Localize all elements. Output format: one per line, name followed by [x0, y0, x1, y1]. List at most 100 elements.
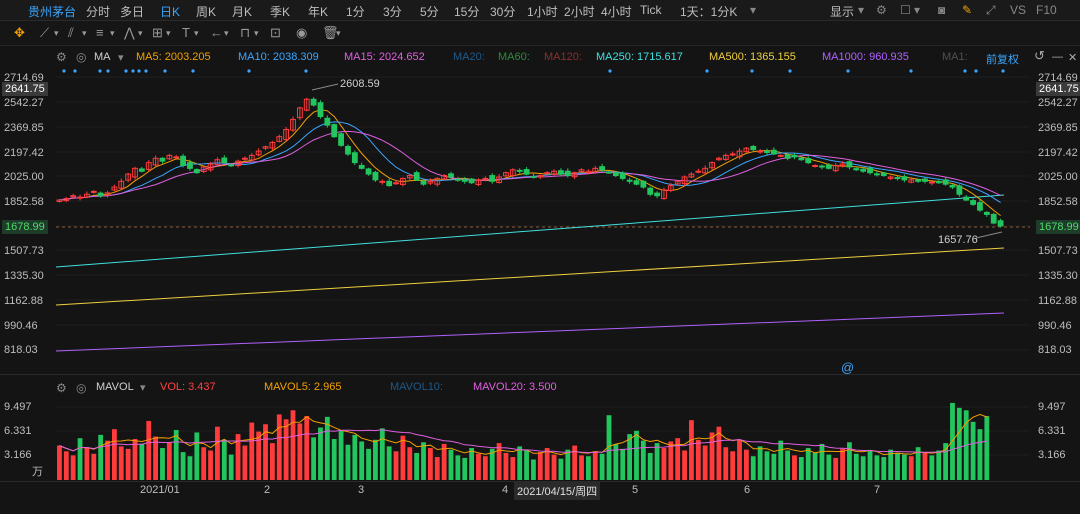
volume-bar: [970, 421, 976, 480]
vol-tick-right-0: 9.497: [1038, 401, 1066, 413]
candle-body: [970, 200, 976, 205]
volume-bar: [462, 457, 468, 480]
cursor-date: 2021/04/15/周四: [514, 482, 601, 500]
volume-bar: [393, 451, 399, 480]
candle-body: [345, 145, 351, 155]
volume-bar: [895, 452, 900, 480]
volume-bar: [338, 430, 344, 480]
volume-bar: [118, 446, 124, 480]
candle-body: [770, 149, 777, 155]
price-tick-left-5: 1852.58: [4, 196, 44, 208]
eye-icon[interactable]: ◎: [76, 381, 86, 395]
event-marker-dot: [963, 69, 967, 73]
volume-bar: [146, 420, 152, 480]
price-tick-left-9: 1162.88: [4, 295, 43, 307]
price-tick-left-1: 2542.27: [4, 97, 44, 109]
volume-bar: [215, 426, 220, 480]
volume-bar: [180, 452, 186, 480]
volume-bar: [359, 441, 365, 480]
candle-body: [454, 178, 461, 181]
candle-body: [193, 169, 200, 174]
kline-chart[interactable]: [0, 0, 1080, 514]
candle-body: [784, 154, 791, 159]
event-marker-dot: [974, 69, 978, 73]
volume-bar: [826, 454, 832, 480]
volume-bar: [228, 454, 234, 480]
volume-bar: [647, 452, 653, 480]
volume-bar: [318, 427, 323, 480]
volume-bar: [943, 443, 949, 480]
volume-bar: [709, 432, 715, 480]
volume-bar: [324, 416, 330, 480]
candle-body: [922, 178, 928, 182]
volume-bar: [867, 450, 873, 480]
volume-bar: [627, 434, 633, 480]
price-tick-left-3: 2197.42: [4, 147, 44, 159]
volume-bar: [661, 448, 667, 480]
volume-bar: [482, 456, 488, 480]
price-tick-right-8: 1335.30: [1038, 270, 1078, 282]
volume-bar: [297, 423, 303, 480]
candle-body: [990, 213, 997, 224]
candle-body: [338, 133, 344, 146]
volume-bar: [764, 451, 770, 480]
candle-body: [523, 169, 530, 175]
volume-bar: [572, 445, 578, 480]
candle-body: [729, 153, 736, 156]
candle-body: [750, 145, 757, 151]
candle-body: [413, 172, 420, 181]
price-tick-right-11: 818.03: [1038, 344, 1072, 356]
volume-bar: [469, 448, 475, 480]
vol-tick-right-1: 6.331: [1038, 425, 1066, 437]
volume-bar: [922, 452, 928, 480]
volume-bar: [956, 407, 962, 480]
volume-bar: [57, 445, 62, 480]
volume-bar: [689, 420, 694, 480]
volume-bar: [792, 455, 797, 480]
candle-body: [544, 172, 551, 175]
vol-tick-left-2: 3.166: [4, 449, 32, 461]
volume-bar: [544, 448, 550, 480]
candle-body: [983, 211, 990, 215]
vol-item: VOL: 3.437: [160, 381, 216, 393]
candle-body: [874, 173, 880, 176]
volume-bar: [537, 452, 543, 480]
candle-body: [97, 192, 104, 197]
volume-bar: [125, 448, 131, 480]
volume-bar: [510, 457, 516, 480]
price-tick-left-10: 990.46: [4, 320, 38, 332]
volume-bar: [331, 439, 337, 480]
volume-bar: [427, 448, 433, 480]
event-marker-dot: [131, 69, 135, 73]
candle-body: [619, 172, 626, 179]
mavol10-item: MAVOL10:: [390, 381, 443, 393]
volume-bar: [798, 457, 804, 480]
candle-body: [867, 167, 873, 174]
volume-bar: [352, 434, 358, 480]
volume-bar: [695, 439, 701, 480]
event-marker-dot: [124, 69, 128, 73]
ma5-line: [59, 109, 1001, 216]
candle-body: [358, 164, 365, 169]
volume-bar: [723, 447, 729, 480]
candle-body: [420, 180, 427, 185]
volume-bar: [366, 448, 371, 480]
candle-body: [310, 98, 317, 106]
date-label-4: 5: [632, 484, 639, 496]
volume-bar: [304, 416, 310, 480]
event-marker-dot: [304, 69, 308, 73]
volume-bar: [98, 434, 104, 480]
volume-bar: [194, 432, 200, 480]
vol-settings-icon[interactable]: ⚙: [56, 381, 67, 395]
mavol-title[interactable]: MAVOL: [96, 381, 134, 393]
candle-body: [997, 220, 1004, 227]
candle-body: [159, 157, 166, 162]
event-marker-dot: [191, 69, 195, 73]
volume-bar: [111, 429, 117, 480]
chevron-down-icon[interactable]: ▾: [140, 381, 146, 394]
vol-tick-right-2: 3.166: [1038, 449, 1066, 461]
candle-body: [819, 165, 825, 168]
volume-bar: [414, 452, 420, 480]
event-marker-dot: [98, 69, 102, 73]
volume-bar: [682, 450, 687, 480]
